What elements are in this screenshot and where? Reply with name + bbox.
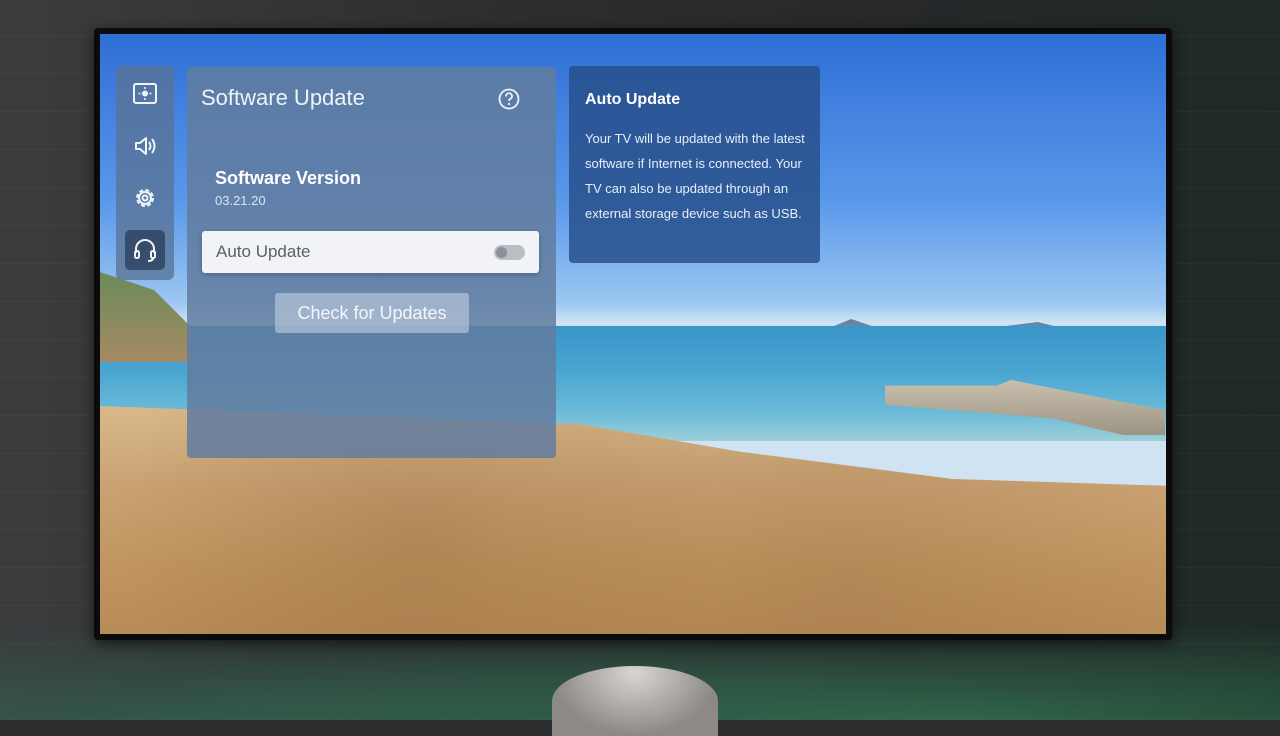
software-update-panel: Software Update Software Version 03.21.2… [187, 67, 556, 458]
help-icon[interactable] [498, 88, 520, 110]
software-version-label: Software Version [215, 168, 362, 188]
auto-update-label: Auto Update [216, 242, 311, 261]
background-shore [100, 272, 190, 362]
headset-icon [134, 239, 156, 262]
page-title: Software Update [201, 85, 365, 110]
auto-update-info-panel: Auto Update Your TV will be updated with… [569, 66, 820, 263]
speaker-icon [135, 137, 156, 155]
general-settings-button[interactable] [125, 178, 165, 218]
gear-icon [136, 189, 154, 207]
support-settings-button[interactable] [125, 230, 165, 270]
settings-category-rail [116, 66, 174, 280]
toggle-knob [496, 247, 507, 258]
sound-settings-button[interactable] [125, 126, 165, 166]
info-title: Auto Update [585, 91, 681, 108]
auto-update-toggle[interactable] [494, 245, 525, 260]
picture-icon [133, 83, 157, 104]
picture-settings-button[interactable] [125, 74, 165, 114]
tv-stand [552, 666, 718, 736]
software-version-value: 03.21.20 [215, 193, 266, 208]
check-for-updates-button[interactable]: Check for Updates [275, 293, 469, 333]
info-description: Your TV will be updated with the latest … [585, 131, 805, 221]
auto-update-row[interactable]: Auto Update [202, 231, 539, 273]
